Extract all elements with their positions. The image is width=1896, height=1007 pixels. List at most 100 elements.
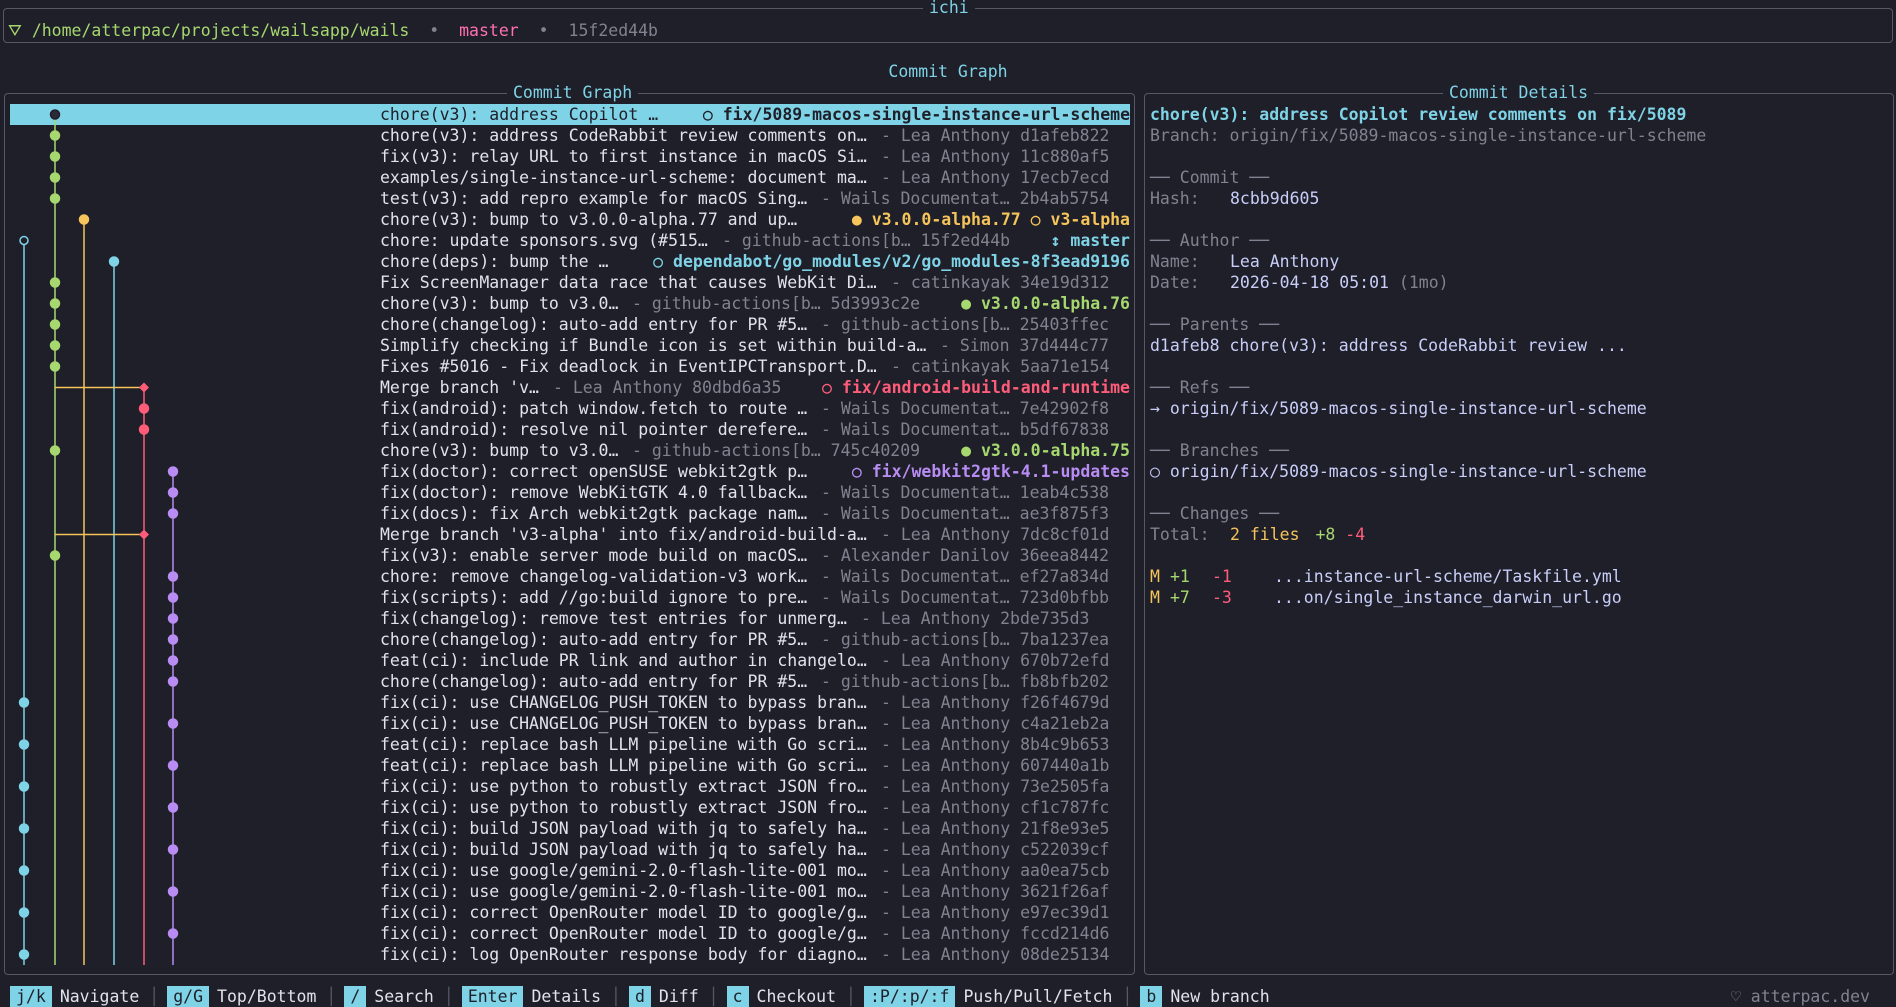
commit-message: chore(v3): bump to v3.0.0-alpha.77 and u… <box>380 210 798 229</box>
keybinding-key[interactable]: :P/:p/:f <box>863 986 956 1007</box>
keybinding-key[interactable]: j/k <box>10 986 52 1007</box>
commit-message: fix(android): resolve nil pointer derefe… <box>380 420 808 439</box>
commit-ref-label: ↕ master <box>1050 231 1130 250</box>
commit-author-hash: - Lea Anthony 8b4c9b653 <box>881 735 1110 754</box>
footer-separator: │ <box>611 987 621 1006</box>
merge-node <box>139 529 149 540</box>
commit-message: Fix ScreenManager data race that causes … <box>380 273 877 292</box>
commit-node <box>19 235 29 246</box>
commit-author-hash: - github-actions[b… 15f2ed44b <box>722 231 1011 250</box>
commit-ref-label: ● v3.0.0-alpha.75 <box>961 441 1130 460</box>
separator-dot: • <box>429 21 440 40</box>
commit-node <box>49 298 61 309</box>
commit-message: fix(ci): use google/gemini-2.0-flash-lit… <box>380 882 867 901</box>
keybinding-label: Details <box>531 987 602 1006</box>
footer-separator: │ <box>149 987 160 1006</box>
keybinding-key[interactable]: / <box>344 986 367 1007</box>
commit-author-hash: - Lea Anthony 607440a1b <box>881 756 1110 775</box>
keybinding-label: Top/Bottom <box>217 987 317 1006</box>
commit-author-hash: - Wails Documentat… ae3f875f3 <box>821 504 1110 523</box>
commit-details-panel-title: Commit Details <box>1443 83 1595 103</box>
commit-node <box>167 886 179 897</box>
keybinding-label: Diff <box>658 987 699 1006</box>
keybinding-key[interactable]: b <box>1140 986 1163 1007</box>
commit-message: fix(ci): use python to robustly extract … <box>380 777 867 796</box>
footer-separator: │ <box>846 987 856 1006</box>
commit-message: fix(ci): correct OpenRouter model ID to … <box>380 924 867 943</box>
commit-author-hash: - Lea Anthony aa0ea75cb <box>881 861 1110 880</box>
commit-author-hash: - Lea Anthony 17ecb7ecd <box>881 168 1110 187</box>
commit-node <box>49 340 61 351</box>
commit-message: fix(ci): use CHANGELOG_PUSH_TOKEN to byp… <box>380 714 867 733</box>
parent-hash[interactable]: d1afeb8 <box>1150 336 1220 355</box>
commit-author-hash: - Lea Anthony 80dbd6a35 <box>553 378 782 397</box>
commit-author-hash: - Lea Anthony 08de25134 <box>881 945 1110 964</box>
file-deletions: -3 <box>1212 588 1232 607</box>
commit-node <box>49 130 61 141</box>
app-title: ichi <box>923 0 975 18</box>
commit-author-hash: - catinkayak 5aa71e154 <box>891 357 1110 376</box>
commit-author-hash: - Lea Anthony c4a21eb2a <box>881 714 1110 733</box>
commit-node <box>18 781 30 792</box>
commit-author-hash: - github-actions[b… 745c40209 <box>632 441 921 460</box>
commit-node <box>138 424 150 435</box>
commit-node <box>49 172 61 183</box>
commit-node <box>167 508 179 519</box>
keybinding-key[interactable]: d <box>628 986 651 1007</box>
footer-separator: │ <box>1122 987 1133 1006</box>
commit-message: chore(changelog): auto-add entry for PR … <box>380 672 808 691</box>
commit-node <box>18 823 30 834</box>
commit-author-hash: - Lea Anthony c522039cf <box>881 840 1110 859</box>
merge-node <box>139 382 149 393</box>
commit-ref-label: ○ dependabot/go_modules/v2/go_modules-8f… <box>653 252 1130 271</box>
repo-path: /home/atterpac/projects/wailsapp/wails <box>31 21 410 40</box>
keybinding-key[interactable]: c <box>726 986 749 1007</box>
commit-author-hash: - github-actions[b… 25403ffec <box>821 315 1110 334</box>
commit-message: fix(ci): build JSON payload with jq to s… <box>380 840 867 859</box>
commit-author-hash: - Lea Anthony 2bde735d3 <box>861 609 1090 628</box>
commit-message: Merge branch 'v… <box>380 378 539 397</box>
commit-message: fix(ci): use google/gemini-2.0-flash-lit… <box>380 861 867 880</box>
file-additions: +1 <box>1170 567 1190 586</box>
detail-hash-row: Hash: 8cbb9d605 <box>1150 188 1319 209</box>
commit-message: feat(ci): replace bash LLM pipeline with… <box>380 735 867 754</box>
hash-value[interactable]: 8cbb9d605 <box>1230 189 1319 208</box>
commit-message: fix(doctor): remove WebKitGTK 4.0 fallba… <box>380 483 808 502</box>
detail-total-row: Total: 2 files +8 -4 <box>1150 524 1365 545</box>
folder-icon: ⛛ <box>8 21 22 40</box>
commit-ref-label: ● v3.0.0-alpha.76 <box>961 294 1130 313</box>
commit-message: fix(ci): use CHANGELOG_PUSH_TOKEN to byp… <box>380 693 867 712</box>
commit-message: fix(ci): build JSON payload with jq to s… <box>380 819 867 838</box>
commit-node <box>18 865 30 876</box>
commit-message: chore(v3): bump to v3.0… <box>380 441 619 460</box>
commit-message: fix(android): patch window.fetch to rout… <box>380 399 808 418</box>
keybinding-label: New branch <box>1170 987 1270 1006</box>
date-relative: (1mo) <box>1398 273 1449 292</box>
author-section-header: ── Author ── <box>1150 231 1270 250</box>
changes-section-header: ── Changes ── <box>1150 504 1280 523</box>
detail-parent-row[interactable]: d1afeb8 chore(v3): address CodeRabbit re… <box>1150 335 1627 356</box>
keybinding-key[interactable]: Enter <box>461 986 524 1007</box>
commit-node <box>49 277 61 288</box>
file-status: M <box>1150 567 1160 586</box>
commit-node <box>167 655 179 666</box>
detail-branch-value[interactable]: ○ origin/fix/5089-macos-single-instance-… <box>1150 461 1647 482</box>
view-title: Commit Graph <box>888 62 1008 81</box>
commit-message: chore(deps): bump the … <box>380 252 609 271</box>
file-path: ...instance-url-scheme/Taskfile.yml <box>1274 567 1622 586</box>
parent-message: chore(v3): address CodeRabbit review ... <box>1229 336 1627 355</box>
commit-ref-label: ○ fix/5089-macos-single-instance-url-sch… <box>702 105 1130 124</box>
commit-message: feat(ci): replace bash LLM pipeline with… <box>380 756 867 775</box>
commit-message: fix(docs): fix Arch webkit2gtk package n… <box>380 504 808 523</box>
total-additions: +8 <box>1315 525 1336 544</box>
file-path: ...on/single_instance_darwin_url.go <box>1274 588 1622 607</box>
commit-message: Fixes #5016 - Fix deadlock in EventIPCTr… <box>380 357 877 376</box>
commit-message: chore: update sponsors.svg (#515… <box>380 231 708 250</box>
commit-node <box>49 193 61 204</box>
detail-ref[interactable]: → origin/fix/5089-macos-single-instance-… <box>1150 398 1647 419</box>
keybinding-key[interactable]: g/G <box>167 986 210 1007</box>
commit-node <box>167 718 179 729</box>
keybinding-label: Navigate <box>59 987 140 1006</box>
date-value: 2026-04-18 05:01 <box>1230 273 1389 292</box>
header-bar: ⛛ /home/atterpac/projects/wailsapp/wails… <box>8 20 658 41</box>
